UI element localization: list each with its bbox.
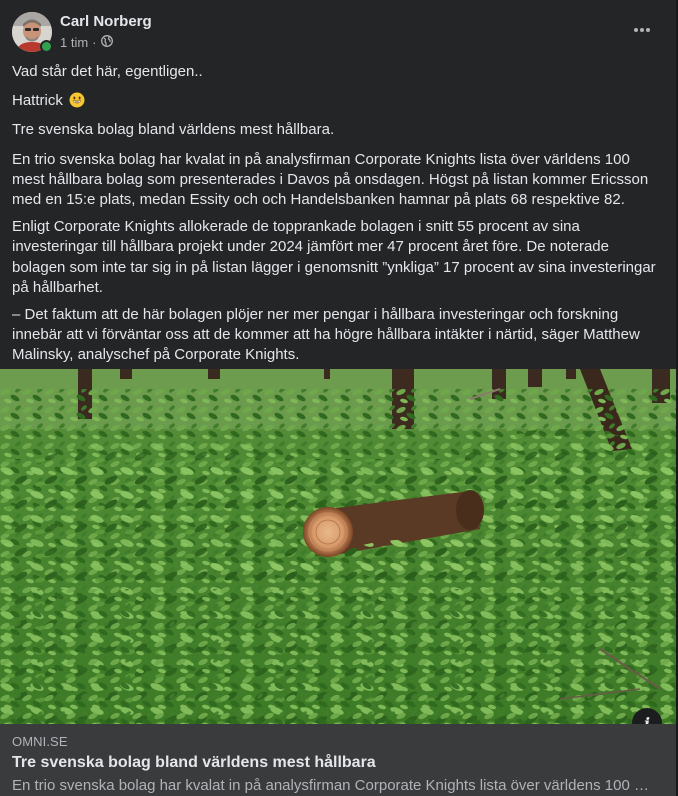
post-line-2-text: Hattrick bbox=[12, 92, 63, 110]
link-domain: OMNI.SE bbox=[12, 734, 68, 749]
link-preview-image[interactable] bbox=[0, 369, 676, 724]
post-meta: 1 tim · bbox=[60, 35, 113, 50]
online-status-indicator bbox=[40, 40, 53, 53]
post-card: Carl Norberg 1 tim · Vad står det här, e… bbox=[0, 0, 676, 796]
post-paragraph-3: – Det faktum att de här bolagen plöjer n… bbox=[12, 306, 640, 364]
meta-separator: · bbox=[92, 35, 97, 50]
post-timestamp[interactable]: 1 tim bbox=[60, 35, 88, 50]
grinning-face-emoji bbox=[69, 92, 85, 108]
post-line-2: Hattrick bbox=[12, 91, 660, 111]
author-name[interactable]: Carl Norberg bbox=[60, 13, 152, 30]
link-preview-card[interactable]: OMNI.SE Tre svenska bolag bland världens… bbox=[0, 724, 676, 796]
globe-icon[interactable] bbox=[100, 35, 113, 50]
post-body: Vad står det här, egentligen.. Hattrick … bbox=[12, 60, 660, 373]
link-description: En trio svenska bolag har kvalat in på a… bbox=[12, 777, 652, 794]
post-header: Carl Norberg 1 tim · bbox=[0, 0, 676, 60]
post-line-3: Tre svenska bolag bland världens mest hå… bbox=[12, 121, 335, 139]
post-paragraph-1: En trio svenska bolag har kvalat in på a… bbox=[12, 150, 649, 209]
link-title[interactable]: Tre svenska bolag bland världens mest hå… bbox=[12, 754, 376, 772]
more-options-icon[interactable] bbox=[630, 18, 654, 42]
post-paragraph-2: Enligt Corporate Knights allokerade de t… bbox=[12, 218, 656, 296]
post-line-1: Vad står det här, egentligen.. bbox=[12, 63, 203, 80]
